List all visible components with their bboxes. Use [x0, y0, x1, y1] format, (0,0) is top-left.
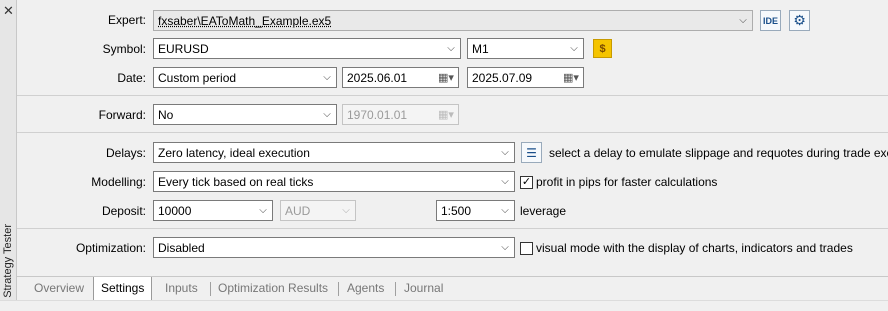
delays-select[interactable]: Zero latency, ideal execution ⌵: [153, 142, 515, 163]
deposit-amount-select[interactable]: 10000 ⌵: [153, 200, 273, 221]
visual-mode-label: visual mode with the display of charts, …: [536, 241, 853, 255]
section-divider: [17, 95, 888, 96]
sidebar-title: Strategy Tester: [2, 224, 14, 298]
chevron-down-icon: ⌵: [342, 205, 350, 216]
visual-mode-checkbox[interactable]: [520, 242, 533, 255]
section-divider: [17, 228, 888, 229]
close-icon[interactable]: ✕: [0, 2, 17, 20]
chevron-down-icon: ⌵: [501, 176, 509, 187]
ide-button[interactable]: IDE: [760, 10, 781, 31]
forward-select[interactable]: No ⌵: [153, 104, 337, 125]
deposit-currency-select: AUD ⌵: [280, 200, 356, 221]
date-from-field[interactable]: 2025.06.01 ▦▾: [342, 67, 459, 88]
date-to-value: 2025.07.09: [472, 70, 533, 85]
tab-settings[interactable]: Settings: [93, 277, 153, 301]
deposit-amount-value: 10000: [158, 203, 192, 218]
chevron-down-icon: ⌵: [739, 15, 747, 26]
chevron-down-icon: ⌵: [447, 43, 455, 54]
deposit-label: Deposit:: [101, 204, 146, 218]
symbol-value: EURUSD: [158, 41, 209, 56]
forward-date-value: 1970.01.01: [347, 107, 408, 122]
tab-journal[interactable]: Journal: [397, 277, 450, 301]
calendar-icon[interactable]: ▦▾: [559, 68, 583, 87]
date-to-field[interactable]: 2025.07.09 ▦▾: [467, 67, 584, 88]
chevron-down-icon: ⌵: [323, 109, 331, 120]
chevron-down-icon: ⌵: [501, 205, 509, 216]
optimization-value: Disabled: [158, 240, 205, 255]
forward-value: No: [158, 107, 174, 122]
symbol-select[interactable]: EURUSD ⌵: [153, 38, 461, 59]
tab-overview[interactable]: Overview: [27, 277, 91, 301]
tab-separator: [395, 282, 396, 296]
leverage-label: leverage: [520, 204, 567, 218]
chevron-down-icon: ⌵: [570, 43, 578, 54]
timeframe-select[interactable]: M1 ⌵: [467, 38, 584, 59]
leverage-value: 1:500: [441, 203, 472, 218]
forward-date-field: 1970.01.01 ▦▾: [342, 104, 459, 125]
status-bar: [0, 300, 888, 311]
gear-icon[interactable]: ⚙: [789, 10, 810, 31]
section-divider: [17, 132, 888, 133]
sliders-icon[interactable]: ☰: [521, 142, 542, 163]
calendar-icon[interactable]: ▦▾: [434, 68, 458, 87]
delays-hint: select a delay to emulate slippage and r…: [549, 146, 888, 160]
tab-separator: [338, 282, 339, 296]
modelling-select[interactable]: Every tick based on real ticks ⌵: [153, 171, 515, 192]
expert-label: Expert:: [107, 13, 146, 27]
date-period-select[interactable]: Custom period ⌵: [153, 67, 337, 88]
delays-label: Delays:: [105, 146, 146, 160]
tab-optimization-results[interactable]: Optimization Results: [211, 277, 335, 301]
date-label: Date:: [117, 71, 146, 85]
tab-inputs[interactable]: Inputs: [158, 277, 205, 301]
strategy-tester-sidebar: ✕ Strategy Tester: [0, 0, 17, 300]
expert-value: fxsaber\EAToMath_Example.ex5: [158, 13, 332, 28]
deposit-currency-value: AUD: [285, 203, 311, 218]
calendar-icon: ▦▾: [438, 109, 454, 121]
chevron-down-icon: ⌵: [259, 205, 267, 216]
modelling-value: Every tick based on real ticks: [158, 174, 314, 189]
forward-label: Forward:: [98, 108, 146, 122]
optimization-label: Optimization:: [75, 241, 146, 255]
delays-value: Zero latency, ideal execution: [158, 145, 310, 160]
dollar-icon[interactable]: $: [593, 39, 612, 58]
expert-select[interactable]: fxsaber\EAToMath_Example.ex5 ⌵: [153, 10, 753, 31]
modelling-label: Modelling:: [91, 175, 146, 189]
tab-agents[interactable]: Agents: [340, 277, 391, 301]
date-period-value: Custom period: [158, 70, 237, 85]
chevron-down-icon: ⌵: [501, 147, 509, 158]
profit-pips-checkbox[interactable]: ✓: [520, 176, 533, 189]
profit-pips-label: profit in pips for faster calculations: [536, 175, 718, 189]
timeframe-value: M1: [472, 41, 489, 56]
chevron-down-icon: ⌵: [323, 72, 331, 83]
tester-tabs: Overview Settings Inputs Optimization Re…: [17, 276, 888, 301]
leverage-select[interactable]: 1:500 ⌵: [436, 200, 515, 221]
optimization-select[interactable]: Disabled ⌵: [153, 237, 515, 258]
date-from-value: 2025.06.01: [347, 70, 408, 85]
symbol-label: Symbol:: [102, 42, 146, 56]
chevron-down-icon: ⌵: [501, 242, 509, 253]
